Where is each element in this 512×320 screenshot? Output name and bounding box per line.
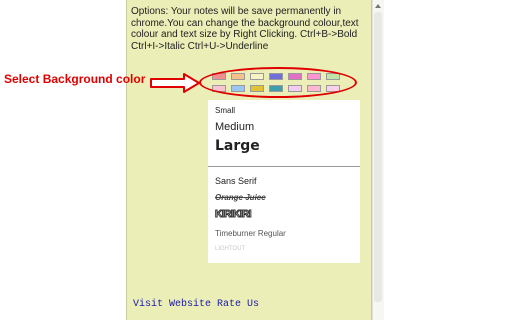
menu-item-orange-juice[interactable]: Orange Juice	[215, 193, 266, 202]
menu-separator	[208, 166, 360, 167]
menu-item-medium[interactable]: Medium	[215, 121, 254, 133]
select-background-color-label: Select Background color	[4, 72, 146, 86]
menu-item-timeburner[interactable]: Timeburner Regular	[215, 229, 286, 238]
scrollbar-thumb[interactable]	[374, 12, 382, 302]
menu-item-sans-serif[interactable]: Sans Serif	[215, 176, 257, 186]
annotation-arrow-icon	[150, 73, 200, 93]
menu-item-small[interactable]: Small	[215, 106, 235, 115]
annotation-ellipse	[199, 67, 357, 98]
menu-item-large[interactable]: Large	[215, 138, 260, 154]
visit-website-link[interactable]: Visit Website	[133, 299, 211, 310]
scroll-up-arrow-icon[interactable]	[375, 4, 381, 8]
rate-us-link[interactable]: Rate Us	[217, 299, 259, 310]
context-menu: Small Medium Large Sans Serif Orange Jui…	[208, 100, 360, 263]
options-text: Options: Your notes will be save permane…	[131, 6, 359, 52]
footer-links: Visit Website Rate Us	[133, 299, 259, 310]
menu-item-decorative-font[interactable]: KIRIKIRI	[215, 209, 253, 221]
menu-item-faint-font[interactable]: LIGHTOUT	[215, 246, 245, 252]
